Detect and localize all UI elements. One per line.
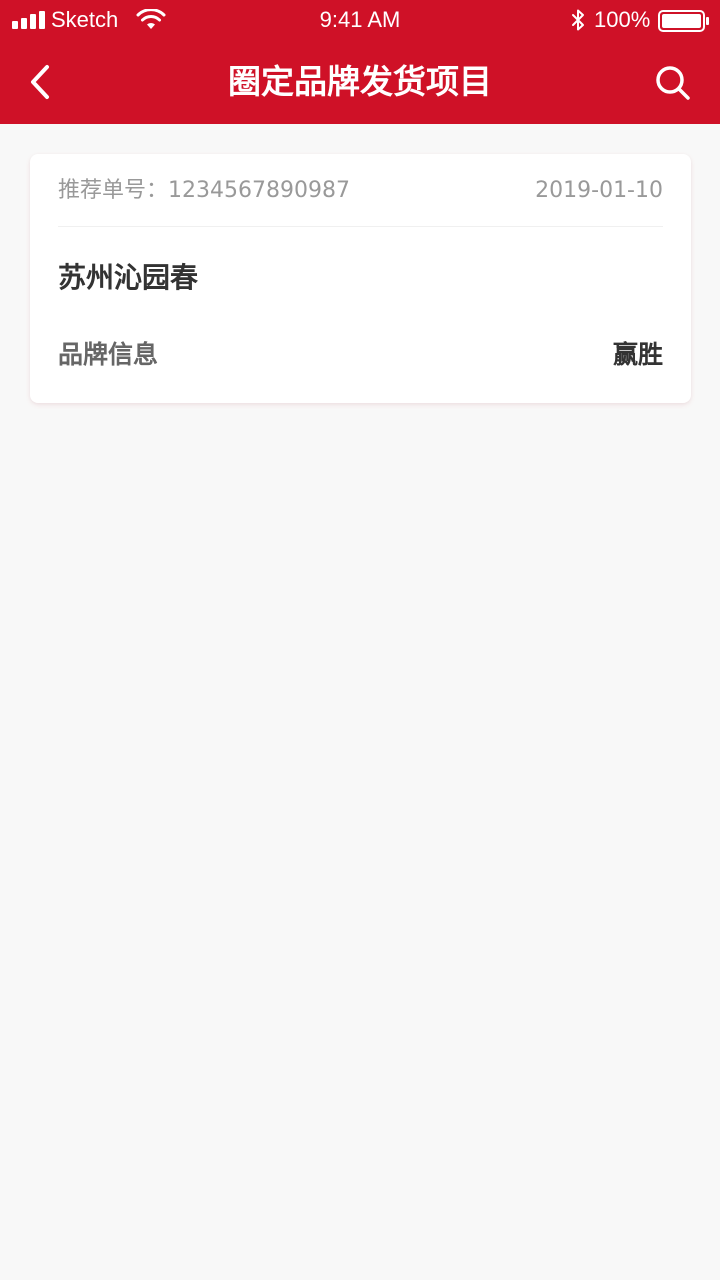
search-icon <box>656 66 690 100</box>
brand-info-value: 赢胜 <box>612 340 663 369</box>
nav-bar: 圈定品牌发货项目 <box>0 40 720 124</box>
brand-info-row: 品牌信息 赢胜 <box>58 338 663 372</box>
card-meta-row: 推荐单号：1234567890987 2019-01-10 <box>58 176 663 206</box>
project-name: 苏州沁园春 <box>58 261 199 294</box>
card-date: 2019-01-10 <box>535 178 663 203</box>
brand-info-label: 品牌信息 <box>58 340 159 369</box>
screen: Sketch 9:41 AM 100% 圈定品牌发货项目 推荐单号：123456… <box>0 0 720 1280</box>
order-number: 1234567890987 <box>168 178 350 203</box>
status-bar: Sketch 9:41 AM 100% <box>0 0 720 40</box>
project-card[interactable]: 推荐单号：1234567890987 2019-01-10 苏州沁园春 品牌信息… <box>30 154 691 403</box>
search-button[interactable] <box>650 60 696 106</box>
card-divider <box>58 226 663 227</box>
battery-icon <box>658 10 709 32</box>
page-title: 圈定品牌发货项目 <box>228 62 492 101</box>
bluetooth-icon <box>572 9 584 31</box>
header: Sketch 9:41 AM 100% 圈定品牌发货项目 <box>0 0 720 124</box>
order-number-label: 推荐单号： <box>58 178 169 203</box>
battery-percent: 100% <box>594 7 651 32</box>
